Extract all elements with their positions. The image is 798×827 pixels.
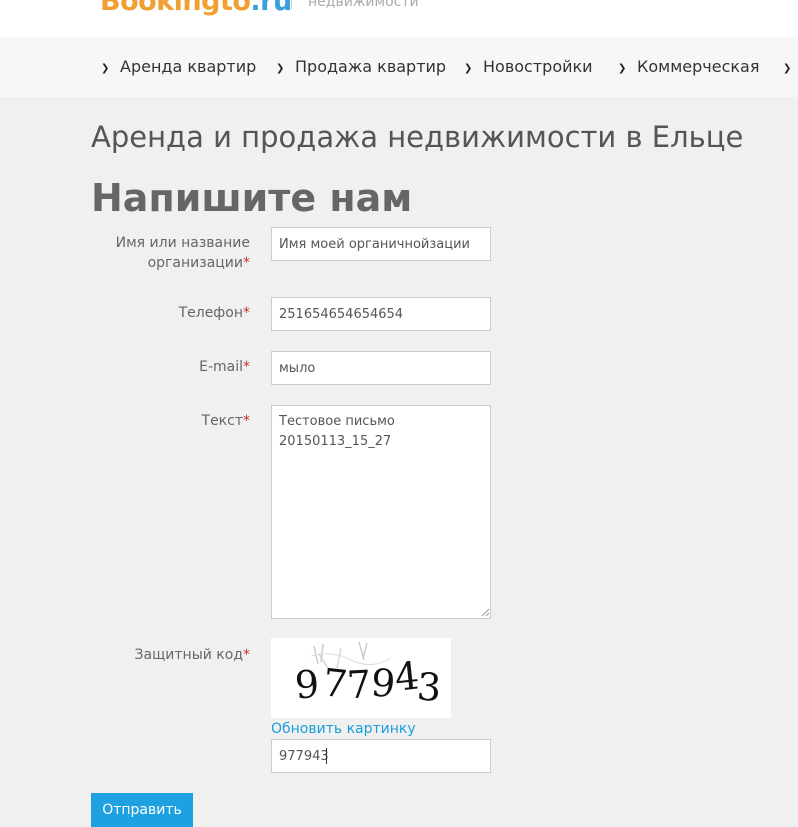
- svg-text:3: 3: [416, 664, 443, 710]
- required-mark: *: [243, 359, 250, 375]
- captcha-image: 9 7 7 9 4 3: [271, 638, 451, 718]
- captcha-label: Защитный код*: [135, 645, 250, 665]
- chevron-down-icon: ❯: [276, 63, 285, 74]
- phone-label: Телефон*: [179, 303, 250, 323]
- region-title: Аренда и продажа недвижимости в Ельце: [91, 120, 744, 154]
- chevron-down-icon: ❯: [783, 63, 792, 74]
- chevron-down-icon: ❯: [101, 63, 110, 74]
- chevron-down-icon: ❯: [464, 63, 473, 74]
- captcha-input[interactable]: [271, 739, 491, 773]
- resize-grip-icon[interactable]: [480, 607, 490, 617]
- message-textarea[interactable]: Тестовое письмо 20150113_15_27: [271, 405, 491, 619]
- name-label: Имя или название организации*: [116, 233, 250, 273]
- name-label-line1: Имя или название: [115, 235, 250, 251]
- email-label-text: E-mail: [199, 359, 243, 375]
- email-input[interactable]: [271, 351, 491, 385]
- nav-item-label: Аренда квартир: [120, 57, 257, 76]
- logo-tld: .ru: [250, 0, 292, 17]
- chevron-down-icon: ❯: [618, 63, 627, 74]
- refresh-captcha-link[interactable]: Обновить картинку: [271, 719, 416, 739]
- form-title: Напишите нам: [91, 176, 413, 220]
- captcha-digits-picture: 9 7 7 9 4 3: [293, 641, 443, 710]
- nav-item-rent[interactable]: ❯ Аренда квартир: [101, 57, 256, 79]
- header-divider: [291, 0, 292, 9]
- site-logo[interactable]: Bookingto.ru: [100, 0, 292, 17]
- captcha-label-text: Защитный код: [134, 647, 243, 663]
- required-mark: *: [243, 413, 250, 429]
- name-label-line2: организации: [147, 255, 243, 271]
- text-cursor: [326, 748, 327, 764]
- nav-item-commercial[interactable]: ❯ Коммерческая: [618, 57, 759, 79]
- top-header: Bookingto.ru недвижимости: [0, 0, 798, 37]
- site-tagline: недвижимости: [308, 0, 419, 10]
- nav-item-label: Новостройки: [483, 57, 593, 76]
- logo-name: Bookingto: [100, 0, 251, 17]
- phone-label-text: Телефон: [178, 305, 243, 321]
- svg-text:7: 7: [346, 662, 372, 707]
- phone-input[interactable]: [271, 297, 491, 331]
- required-mark: *: [243, 647, 250, 663]
- nav-item-label: Продажа квартир: [295, 57, 447, 76]
- text-label: Текст*: [202, 411, 250, 431]
- main-nav: ❯ Аренда квартир ❯ Продажа квартир ❯ Новост…: [0, 37, 798, 97]
- required-mark: *: [243, 255, 250, 271]
- svg-text:9: 9: [293, 662, 320, 708]
- email-label: E-mail*: [199, 357, 250, 377]
- nav-item-label: Коммерческая: [637, 57, 760, 76]
- required-mark: *: [243, 305, 250, 321]
- text-label-text: Текст: [201, 413, 243, 429]
- nav-item-new-buildings[interactable]: ❯ Новостройки: [464, 57, 593, 79]
- nav-item-more[interactable]: ❯: [783, 57, 798, 79]
- nav-item-sale[interactable]: ❯ Продажа квартир: [276, 57, 446, 79]
- name-input[interactable]: [271, 227, 491, 261]
- submit-button[interactable]: Отправить: [91, 793, 193, 827]
